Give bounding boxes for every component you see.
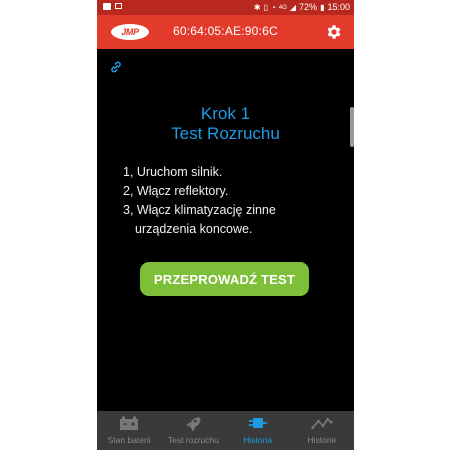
nav-item-charts[interactable]: Historie (290, 411, 354, 450)
alarm-icon: ◔ (271, 2, 276, 12)
plug-icon (248, 418, 267, 428)
nav-label: Stan baterii (107, 435, 151, 445)
image-icon (103, 3, 111, 10)
bottom-navigation: Stan baterii Test rozruchu Historia Hist… (97, 411, 354, 450)
network-type: 4G (278, 4, 287, 11)
battery-icon (120, 416, 139, 430)
vibrate-icon: ▯ (263, 2, 269, 12)
rocket-icon (186, 417, 201, 432)
photo-icon (115, 3, 122, 9)
gear-icon[interactable] (325, 23, 343, 41)
chart-line-icon (311, 417, 333, 430)
nav-item-battery-status[interactable]: Stan baterii (97, 411, 161, 450)
bluetooth-icon: ✱ (253, 2, 261, 12)
instruction-item: urządzenia koncowe. (135, 222, 253, 236)
device-mac-address: 60:64:05:AE:90:6C (173, 24, 278, 38)
instruction-item: 3, Włącz klimatyzację zinne (123, 203, 276, 217)
link-icon[interactable] (109, 59, 123, 75)
logo-text: JMP (121, 27, 139, 37)
brand-logo: JMP (111, 24, 149, 40)
battery-percent: 72% (299, 2, 318, 12)
nav-label: Test rozruchu (167, 435, 219, 445)
nav-item-start-test[interactable]: Test rozruchu (161, 411, 225, 450)
test-name: Test Rozruchu (171, 124, 280, 143)
battery-icon: ▮ (320, 2, 325, 12)
instructions-list: 1, Uruchom silnik. 2, Włącz reflektory. … (123, 163, 343, 239)
nav-label: Historia (243, 435, 273, 445)
clock: 15:00 (327, 2, 350, 12)
run-test-button[interactable]: PRZEPROWADŹ TEST (140, 262, 309, 296)
phone-screen: ✱ ▯ ◔ 4G ◢ 72% ▮ 15:00 JMP 60:64:05:AE:9… (97, 0, 354, 450)
status-bar: ✱ ▯ ◔ 4G ◢ 72% ▮ 15:00 (97, 0, 354, 15)
instruction-item: 2, Włącz reflektory. (123, 184, 229, 198)
app-header: JMP 60:64:05:AE:90:6C (97, 15, 354, 49)
nav-label: Historie (307, 435, 337, 445)
signal-icon: ◢ (289, 2, 297, 12)
step-title: Krok 1 (200, 104, 251, 123)
nav-item-history[interactable]: Historia (226, 411, 290, 450)
instruction-item: 1, Uruchom silnik. (123, 165, 223, 179)
